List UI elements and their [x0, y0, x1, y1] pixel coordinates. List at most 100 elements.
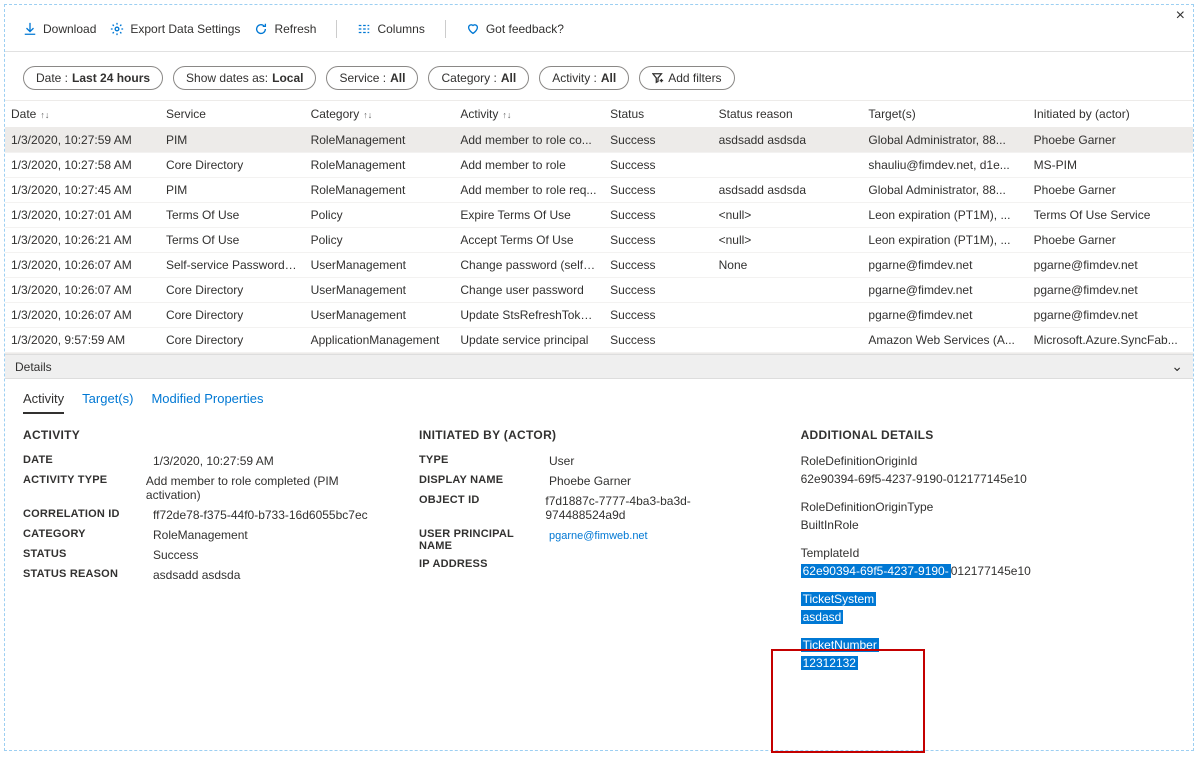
columns-button[interactable]: Columns [357, 22, 424, 36]
cell-category: Policy [305, 228, 455, 253]
tab-modified-properties[interactable]: Modified Properties [151, 391, 263, 414]
cell-targets: Global Administrator, 88... [862, 178, 1027, 203]
cell-activity: Add member to role [454, 153, 604, 178]
filter-date[interactable]: Date : Last 24 hours [23, 66, 163, 90]
download-icon [23, 22, 37, 36]
cell-actor: pgarne@fimdev.net [1028, 303, 1193, 328]
cell-activity: Add member to role co... [454, 128, 604, 153]
cell-status: Success [604, 153, 712, 178]
add-filters-button[interactable]: Add filters [639, 66, 734, 90]
cell-category: Policy [305, 203, 455, 228]
filter-service[interactable]: Service : All [326, 66, 418, 90]
ticket-system-value: asdasd [801, 610, 844, 624]
detail-tabs: Activity Target(s) Modified Properties [5, 379, 1193, 414]
cell-service: PIM [160, 128, 305, 153]
table-row[interactable]: 1/3/2020, 10:27:45 AMPIMRoleManagementAd… [5, 178, 1193, 203]
cell-category: UserManagement [305, 253, 455, 278]
columns-icon [357, 22, 371, 36]
col-date[interactable]: Date↑↓ [5, 101, 160, 128]
refresh-icon [254, 22, 268, 36]
section-title: ACTIVITY [23, 428, 383, 442]
cell-service: Terms Of Use [160, 228, 305, 253]
cell-status: Success [604, 203, 712, 228]
audit-log-panel: × Download Export Data Settings Refresh … [4, 4, 1194, 751]
cell-targets: Leon expiration (PT1M), ... [862, 228, 1027, 253]
command-bar: Download Export Data Settings Refresh Co… [5, 5, 1193, 52]
table-row[interactable]: 1/3/2020, 10:26:07 AMCore DirectoryUserM… [5, 278, 1193, 303]
close-icon[interactable]: × [1176, 7, 1185, 25]
cell-service: Core Directory [160, 278, 305, 303]
export-label: Export Data Settings [130, 22, 240, 36]
cell-date: 1/3/2020, 10:26:07 AM [5, 278, 160, 303]
ticket-number-value: 12312132 [801, 656, 858, 670]
columns-label: Columns [377, 22, 424, 36]
sort-icon: ↑↓ [502, 110, 511, 120]
cell-category: UserManagement [305, 303, 455, 328]
table-row[interactable]: 1/3/2020, 10:26:07 AMCore DirectoryUserM… [5, 303, 1193, 328]
feedback-label: Got feedback? [486, 22, 564, 36]
cell-date: 1/3/2020, 10:27:01 AM [5, 203, 160, 228]
cell-actor: Phoebe Garner [1028, 128, 1193, 153]
cell-service: Terms Of Use [160, 203, 305, 228]
cell-reason [713, 153, 863, 178]
col-targets[interactable]: Target(s) [862, 101, 1027, 128]
feedback-button[interactable]: Got feedback? [466, 22, 564, 36]
cell-date: 1/3/2020, 10:27:59 AM [5, 128, 160, 153]
details-header[interactable]: Details ⌄ [5, 354, 1193, 379]
tab-activity[interactable]: Activity [23, 391, 64, 414]
table-row[interactable]: 1/3/2020, 10:26:21 AMTerms Of UsePolicyA… [5, 228, 1193, 253]
cell-actor: Phoebe Garner [1028, 228, 1193, 253]
col-service[interactable]: Service [160, 101, 305, 128]
cell-actor: pgarne@fimdev.net [1028, 278, 1193, 303]
cell-reason [713, 303, 863, 328]
cell-actor: pgarne@fimdev.net [1028, 253, 1193, 278]
ticket-number-key: TicketNumber [801, 638, 879, 652]
download-button[interactable]: Download [23, 22, 96, 36]
sort-icon: ↑↓ [40, 110, 49, 120]
detail-initiatedby-section: INITIATED BY (ACTOR) TYPEUser DISPLAY NA… [419, 428, 765, 674]
cell-status: Success [604, 228, 712, 253]
cell-targets: pgarne@fimdev.net [862, 278, 1027, 303]
cell-status: Success [604, 328, 712, 353]
export-settings-button[interactable]: Export Data Settings [110, 22, 240, 36]
sort-icon: ↑↓ [363, 110, 372, 120]
cell-category: ApplicationManagement [305, 328, 455, 353]
table-row[interactable]: 1/3/2020, 9:57:59 AMCore DirectoryApplic… [5, 328, 1193, 353]
table-row[interactable]: 1/3/2020, 10:26:07 AMSelf-service Passwo… [5, 253, 1193, 278]
table-row[interactable]: 1/3/2020, 10:27:59 AMPIMRoleManagementAd… [5, 128, 1193, 153]
cell-reason: asdsadd asdsda [713, 128, 863, 153]
chevron-down-icon: ⌄ [1171, 358, 1183, 375]
cell-date: 1/3/2020, 10:26:21 AM [5, 228, 160, 253]
filter-category[interactable]: Category : All [428, 66, 529, 90]
cell-actor: Microsoft.Azure.SyncFab... [1028, 328, 1193, 353]
cell-activity: Change password (self-s... [454, 253, 604, 278]
col-activity[interactable]: Activity↑↓ [454, 101, 604, 128]
cell-actor: Terms Of Use Service [1028, 203, 1193, 228]
cell-service: Self-service Password M... [160, 253, 305, 278]
table-row[interactable]: 1/3/2020, 10:27:01 AMTerms Of UsePolicyE… [5, 203, 1193, 228]
col-status[interactable]: Status [604, 101, 712, 128]
filter-plus-icon [652, 72, 664, 84]
cell-targets: Global Administrator, 88... [862, 128, 1027, 153]
cell-reason [713, 278, 863, 303]
filter-show-dates[interactable]: Show dates as: Local [173, 66, 316, 90]
col-category[interactable]: Category↑↓ [305, 101, 455, 128]
cell-activity: Add member to role req... [454, 178, 604, 203]
cell-actor: MS-PIM [1028, 153, 1193, 178]
refresh-button[interactable]: Refresh [254, 22, 316, 36]
gear-icon [110, 22, 124, 36]
table-row[interactable]: 1/3/2020, 10:27:58 AMCore DirectoryRoleM… [5, 153, 1193, 178]
col-initiatedby[interactable]: Initiated by (actor) [1028, 101, 1193, 128]
filter-activity[interactable]: Activity : All [539, 66, 629, 90]
cell-date: 1/3/2020, 10:27:58 AM [5, 153, 160, 178]
cell-date: 1/3/2020, 9:57:59 AM [5, 328, 160, 353]
upn-link[interactable]: pgarne@fimweb.net [549, 530, 648, 542]
col-status-reason[interactable]: Status reason [713, 101, 863, 128]
cell-reason: asdsadd asdsda [713, 178, 863, 203]
section-title: INITIATED BY (ACTOR) [419, 428, 765, 442]
cell-actor: Phoebe Garner [1028, 178, 1193, 203]
filter-bar: Date : Last 24 hours Show dates as: Loca… [5, 52, 1193, 100]
cell-activity: Update StsRefreshToken... [454, 303, 604, 328]
heart-icon [466, 22, 480, 36]
tab-targets[interactable]: Target(s) [82, 391, 133, 414]
